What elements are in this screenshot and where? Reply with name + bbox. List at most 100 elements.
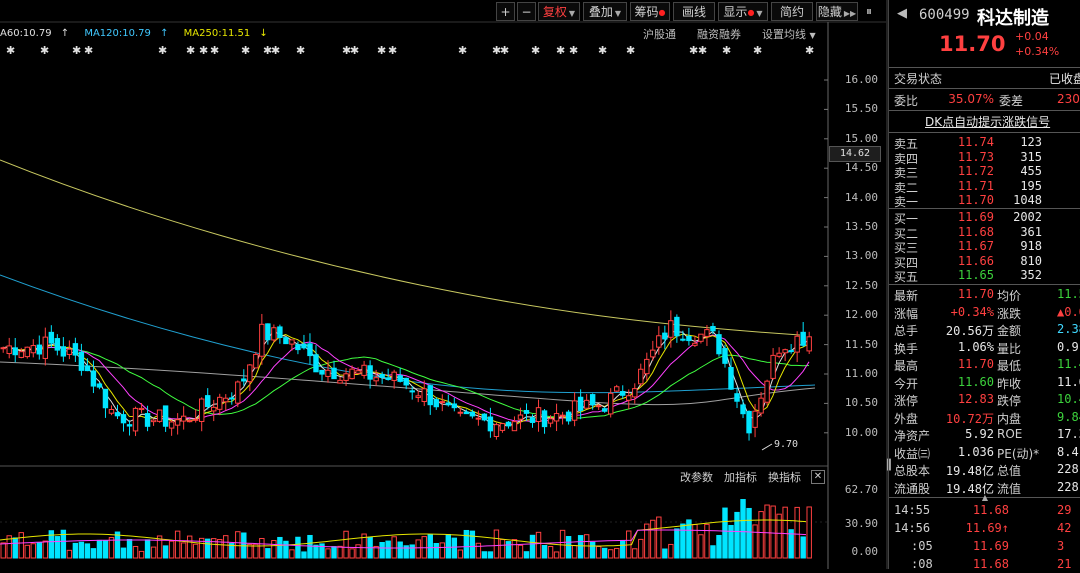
- volume-bar: [96, 539, 103, 559]
- candle: [794, 335, 800, 353]
- signal-star-icon: ✱: [569, 44, 579, 57]
- candle: [547, 418, 554, 424]
- volume-bar: [114, 531, 121, 559]
- candle: [589, 394, 596, 406]
- volume-bar: [66, 549, 73, 559]
- volume-bar: [331, 546, 337, 559]
- candle: [138, 407, 145, 411]
- volume-bar: [162, 545, 169, 559]
- kline-chart-area[interactable]: 9.70 + − 复权 ▼ 叠加 ▼ 筹码● 画线 显示● ▼ 简约 隐藏 ▶▶ ⏸ A…: [0, 0, 888, 569]
- simple-mode-button[interactable]: 简约: [771, 2, 813, 21]
- add-indicator-link[interactable]: 加指标: [724, 469, 757, 485]
- candle: [168, 421, 175, 429]
- volume-bar: [186, 535, 193, 559]
- volume-bar: [487, 551, 494, 559]
- chips-button[interactable]: 筹码●: [630, 2, 670, 21]
- volume-bar: [174, 530, 181, 559]
- candle: [162, 405, 169, 427]
- candle: [0, 347, 6, 350]
- candle: [84, 365, 91, 372]
- candle: [102, 388, 109, 409]
- candle: [469, 411, 476, 417]
- candle: [674, 316, 680, 337]
- price-axis-label: 11.50: [844, 337, 878, 351]
- volume-bar: [409, 544, 415, 559]
- display-button[interactable]: 显示● ▼: [718, 2, 768, 21]
- overlay-button[interactable]: 叠加 ▼: [583, 2, 627, 21]
- hgt-link[interactable]: 沪股通: [643, 26, 676, 42]
- bid-row[interactable]: 买五 11.65 352: [889, 268, 1080, 284]
- volume-bar: [782, 506, 788, 559]
- signal-star-icon: ✱: [689, 44, 699, 57]
- fuquan-button[interactable]: 复权 ▼: [538, 2, 580, 21]
- candle: [788, 350, 794, 353]
- hide-button[interactable]: 隐藏 ▶▶: [816, 2, 858, 21]
- signal-star-icon: ✱: [296, 44, 306, 57]
- ma-legend: A60:10.79 ↑ MA120:10.79 ↑ MA250:11.51 ↓: [0, 28, 280, 39]
- candle: [656, 335, 662, 348]
- candle: [523, 410, 530, 414]
- ask-row[interactable]: 卖一 11.70 1048: [889, 193, 1080, 209]
- candle: [66, 348, 73, 355]
- candle: [150, 419, 157, 423]
- candle: [120, 414, 127, 424]
- ma-settings-link[interactable]: 设置均线 ▼: [762, 26, 816, 42]
- candle: [72, 343, 79, 356]
- volume-bar: [656, 516, 662, 559]
- zoom-out-button[interactable]: −: [517, 2, 536, 21]
- close-indicator-button[interactable]: ✕: [811, 470, 825, 484]
- candle: [439, 401, 445, 404]
- volume-bar: [499, 539, 506, 559]
- volume-bar: [235, 531, 241, 559]
- volume-bar: [36, 542, 43, 559]
- volume-bar: [355, 544, 361, 559]
- signal-star-icon: ✱: [556, 44, 566, 57]
- signal-star-icon: ✱: [626, 44, 636, 57]
- volume-bar: [379, 542, 385, 559]
- candle: [144, 413, 151, 427]
- candle: [126, 424, 133, 427]
- draw-line-button[interactable]: 画线: [673, 2, 715, 21]
- zoom-in-button[interactable]: +: [496, 2, 515, 21]
- volume-bar: [601, 547, 608, 559]
- low-marker-label: 9.70: [774, 439, 798, 450]
- candle: [361, 364, 367, 376]
- volume-bar: [307, 534, 313, 559]
- tick-row: :05 11.69 3: [911, 539, 1065, 553]
- quote-row: 收益㈢ 1.036 PE(动)* 8.4: [894, 444, 1079, 461]
- expand-arrow-icon[interactable]: ▲: [889, 493, 1080, 502]
- candle: [114, 412, 121, 417]
- collapse-icon[interactable]: ⏸: [866, 4, 872, 19]
- candle: [710, 326, 716, 332]
- price-change-pct: +0.34%: [1015, 45, 1060, 58]
- candle: [343, 373, 349, 381]
- candle: [295, 344, 301, 351]
- low-marker-line: [761, 443, 773, 451]
- candle: [451, 403, 458, 409]
- vol-axis-zero: 0.00: [851, 545, 879, 558]
- volume-bar: [132, 545, 139, 559]
- dk-signal-link[interactable]: DK点自动提示涨跌信号: [925, 113, 1050, 130]
- volume-bar: [12, 537, 18, 559]
- volume-bar: [415, 539, 421, 559]
- volume-bar: [180, 542, 187, 559]
- volume-bar: [595, 545, 602, 559]
- switch-indicator-link[interactable]: 换指标: [768, 469, 801, 485]
- candle: [337, 379, 343, 384]
- volume-bar: [24, 544, 30, 559]
- candle: [271, 327, 277, 341]
- volume-bar: [102, 540, 109, 559]
- margin-link[interactable]: 融资融券: [697, 26, 741, 42]
- candle: [156, 409, 163, 422]
- change-params-link[interactable]: 改参数: [680, 469, 713, 485]
- volume-bar: [764, 504, 770, 559]
- signal-star-icon: ✱: [186, 44, 196, 57]
- prev-stock-icon[interactable]: ◀: [897, 6, 907, 21]
- candle: [541, 410, 548, 428]
- candle: [632, 388, 638, 398]
- candle: [385, 377, 391, 380]
- candle: [367, 365, 373, 380]
- volume-bar: [475, 542, 482, 559]
- candle: [283, 337, 289, 345]
- volume-bar: [325, 548, 331, 559]
